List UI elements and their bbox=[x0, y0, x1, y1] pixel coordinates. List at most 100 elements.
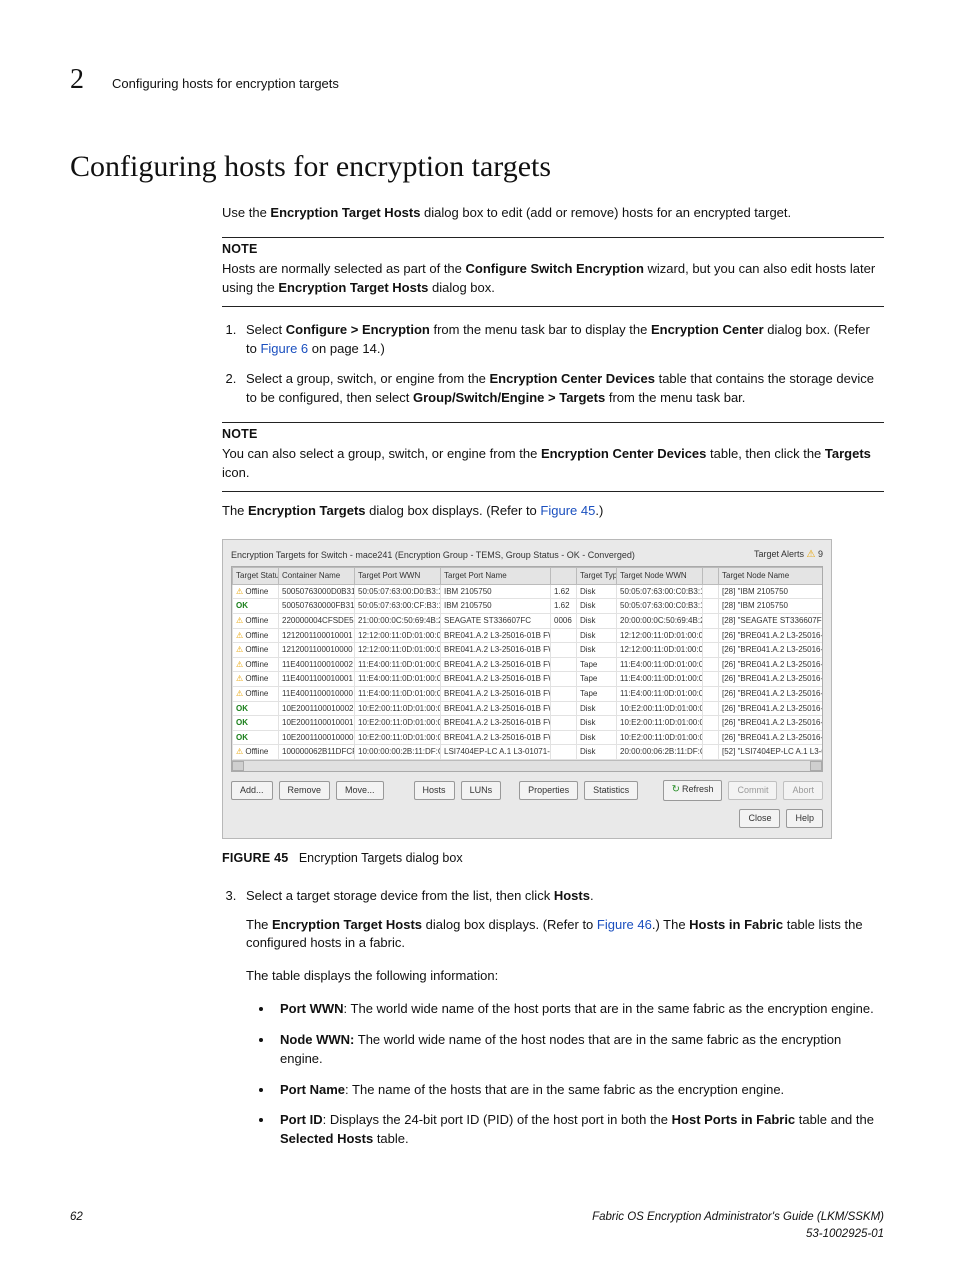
cell: Disk bbox=[577, 701, 617, 716]
cell bbox=[703, 657, 719, 672]
doc-number: 53-1002925-01 bbox=[806, 1228, 884, 1240]
running-title: Configuring hosts for encryption targets bbox=[112, 75, 339, 94]
cell: 500507630000FB319 bbox=[279, 599, 355, 614]
cell: [28] "IBM 2105750 bbox=[719, 584, 824, 599]
cell: Tape bbox=[577, 672, 617, 687]
link-figure-45[interactable]: Figure 45 bbox=[540, 503, 595, 518]
cell: BRE041.A.2 L3-25016-01B FW bbox=[441, 643, 551, 658]
cell: 50050763000D0B319 bbox=[279, 584, 355, 599]
cell: 100000062B11DFCF bbox=[279, 745, 355, 760]
table-row[interactable]: ⚠ Offline11E400110001000111:E4:00:11:0D:… bbox=[233, 672, 824, 687]
cell: [26] "BRE041.A.2 L3-25016-01B FW" bbox=[719, 628, 824, 643]
cell bbox=[551, 643, 577, 658]
properties-button[interactable]: Properties bbox=[519, 781, 578, 800]
cell: 20:00:00:0C:50:69:4B:29 bbox=[617, 614, 703, 629]
column-header[interactable]: Target Node WWN bbox=[617, 568, 703, 585]
abort-button[interactable]: Abort bbox=[783, 781, 823, 800]
cell: IBM 2105750 bbox=[441, 599, 551, 614]
link-figure-6[interactable]: Figure 6 bbox=[260, 341, 308, 356]
targets-table[interactable]: Target StatusContainer NameTarget Port W… bbox=[232, 567, 823, 760]
cell: Disk bbox=[577, 584, 617, 599]
column-header[interactable]: Target Port WWN bbox=[355, 568, 441, 585]
close-button[interactable]: Close bbox=[739, 809, 780, 828]
cell bbox=[551, 687, 577, 702]
table-row[interactable]: OK10E200110001000110:E2:00:11:0D:01:00:0… bbox=[233, 716, 824, 731]
intro-paragraph: Use the Encryption Target Hosts dialog b… bbox=[222, 204, 884, 223]
doc-title: Fabric OS Encryption Administrator's Gui… bbox=[592, 1211, 884, 1223]
table-row[interactable]: ⚠ Offline100000062B11DFCF10:00:00:00:2B:… bbox=[233, 745, 824, 760]
info-bullets: Port WWN: The world wide name of the hos… bbox=[246, 1000, 884, 1149]
cell: 10:E2:00:11:0D:01:00:00 bbox=[617, 730, 703, 745]
move-button[interactable]: Move... bbox=[336, 781, 384, 800]
cell: BRE041.A.2 L3-25016-01B FW bbox=[441, 687, 551, 702]
table-row[interactable]: ⚠ Offline50050763000D0B31950:05:07:63:00… bbox=[233, 584, 824, 599]
remove-button[interactable]: Remove bbox=[279, 781, 331, 800]
table-row[interactable]: OK500507630000FB31950:05:07:63:00:CF:B3:… bbox=[233, 599, 824, 614]
cell: 11:E4:00:11:0D:01:00:00 bbox=[355, 687, 441, 702]
luns-button[interactable]: LUNs bbox=[461, 781, 502, 800]
column-header[interactable]: Target Status bbox=[233, 568, 279, 585]
table-row[interactable]: ⚠ Offline121200110001000112:12:00:11:0D:… bbox=[233, 628, 824, 643]
step-3: Select a target storage device from the … bbox=[240, 887, 884, 1149]
cell: 1.62 bbox=[551, 599, 577, 614]
refresh-button[interactable]: ↻Refresh bbox=[663, 780, 723, 801]
cell bbox=[703, 672, 719, 687]
cell: ⚠ Offline bbox=[233, 687, 279, 702]
step-2: Select a group, switch, or engine from t… bbox=[240, 370, 884, 408]
help-button[interactable]: Help bbox=[786, 809, 823, 828]
cell: BRE041.A.2 L3-25016-01B FW bbox=[441, 628, 551, 643]
commit-button[interactable]: Commit bbox=[728, 781, 777, 800]
add-button[interactable]: Add... bbox=[231, 781, 273, 800]
cell bbox=[551, 716, 577, 731]
statistics-button[interactable]: Statistics bbox=[584, 781, 638, 800]
cell: 11:E4:00:11:0D:01:00:01 bbox=[617, 672, 703, 687]
cell: 21:00:00:0C:50:69:4B:29 bbox=[355, 614, 441, 629]
cell bbox=[703, 745, 719, 760]
cell bbox=[703, 716, 719, 731]
column-header[interactable]: Target Port Name bbox=[441, 568, 551, 585]
cell: 20:00:00:06:2B:11:DF:CF bbox=[617, 745, 703, 760]
cell: ⚠ Offline bbox=[233, 643, 279, 658]
column-header[interactable]: Target Node Name bbox=[719, 568, 824, 585]
cell bbox=[703, 643, 719, 658]
cell: IBM 2105750 bbox=[441, 584, 551, 599]
cell: 11E4001100010000 bbox=[279, 687, 355, 702]
cell: Tape bbox=[577, 687, 617, 702]
column-header[interactable]: Container Name bbox=[279, 568, 355, 585]
cell: Tape bbox=[577, 657, 617, 672]
column-header[interactable]: Target Type bbox=[577, 568, 617, 585]
hosts-button[interactable]: Hosts bbox=[414, 781, 455, 800]
cell: Disk bbox=[577, 745, 617, 760]
target-alerts[interactable]: Target Alerts ⚠ 9 bbox=[754, 548, 823, 563]
cell: SEAGATE ST336607FC bbox=[441, 614, 551, 629]
cell: 11E4001100010001 bbox=[279, 672, 355, 687]
cell: 50:05:07:63:00:C0:B3:19 bbox=[617, 599, 703, 614]
cell: 10:E2:00:11:0D:01:00:01 bbox=[617, 716, 703, 731]
column-header[interactable] bbox=[703, 568, 719, 585]
cell: 12:12:00:11:0D:01:00:00 bbox=[355, 643, 441, 658]
page-number: 62 bbox=[70, 1209, 83, 1242]
cell: [52] "LSI7404EP-LC A.1 L3-01071-01 ... bbox=[719, 745, 824, 760]
table-row[interactable]: OK10E200110001000210:E2:00:11:0D:01:00:0… bbox=[233, 701, 824, 716]
table-row[interactable]: OK10E200110001000010:E2:00:11:0D:01:00:0… bbox=[233, 730, 824, 745]
cell: 12:12:00:11:0D:01:00:00 bbox=[617, 643, 703, 658]
bullet-node-wwn: Node WWN: The world wide name of the hos… bbox=[274, 1031, 884, 1069]
cell bbox=[703, 599, 719, 614]
cell bbox=[703, 614, 719, 629]
dialog-title: Encryption Targets for Switch - mace241 … bbox=[231, 549, 635, 562]
table-row[interactable]: ⚠ Offline220000004CFSDE5C121:00:00:0C:50… bbox=[233, 614, 824, 629]
cell: [26] "BRE041.A.2 L3-25016-01B FW" bbox=[719, 701, 824, 716]
cell: 10E2001100010002 bbox=[279, 701, 355, 716]
note-1: NOTE Hosts are normally selected as part… bbox=[222, 237, 884, 307]
table-row[interactable]: ⚠ Offline11E400110001000011:E4:00:11:0D:… bbox=[233, 687, 824, 702]
cell: [26] "BRE041.A.2 L3-25016-01B FW" bbox=[719, 672, 824, 687]
cell: 10E2001100010001 bbox=[279, 716, 355, 731]
cell bbox=[551, 730, 577, 745]
cell: BRE041.A.2 L3-25016-01B FW bbox=[441, 657, 551, 672]
link-figure-46[interactable]: Figure 46 bbox=[597, 917, 652, 932]
table-row[interactable]: ⚠ Offline11E400110001000211:E4:00:11:0D:… bbox=[233, 657, 824, 672]
horizontal-scrollbar[interactable] bbox=[232, 760, 822, 771]
column-header[interactable] bbox=[551, 568, 577, 585]
cell: 10:E2:00:11:0D:01:00:02 bbox=[617, 701, 703, 716]
table-row[interactable]: ⚠ Offline121200110001000012:12:00:11:0D:… bbox=[233, 643, 824, 658]
